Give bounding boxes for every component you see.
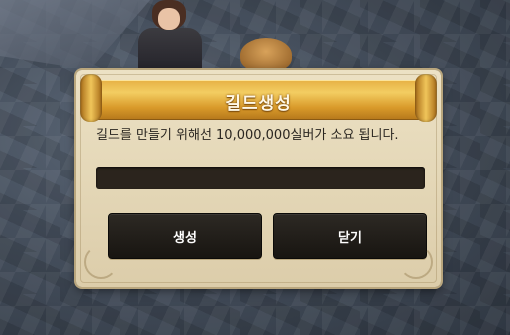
character-face — [158, 8, 180, 30]
character-armor — [138, 28, 202, 72]
ornament-right-icon — [399, 245, 433, 279]
ornament-left-icon — [84, 245, 118, 279]
title-banner: 길드생성 — [90, 80, 427, 120]
guild-create-dialog: 길드생성 길드를 만들기 위해선 10,000,000실버가 소요 됩니다. 생… — [76, 70, 441, 287]
guild-name-input[interactable] — [96, 167, 425, 189]
create-button[interactable]: 생성 — [108, 213, 262, 259]
dialog-title: 길드생성 — [225, 94, 292, 114]
dialog-message: 길드를 만들기 위해선 10,000,000실버가 소요 됩니다. — [96, 128, 399, 143]
pumpkin-hat-npc — [240, 38, 292, 72]
scroll-roll-left-icon — [80, 74, 102, 122]
scroll-roll-right-icon — [415, 74, 437, 122]
player-character — [134, 0, 206, 72]
